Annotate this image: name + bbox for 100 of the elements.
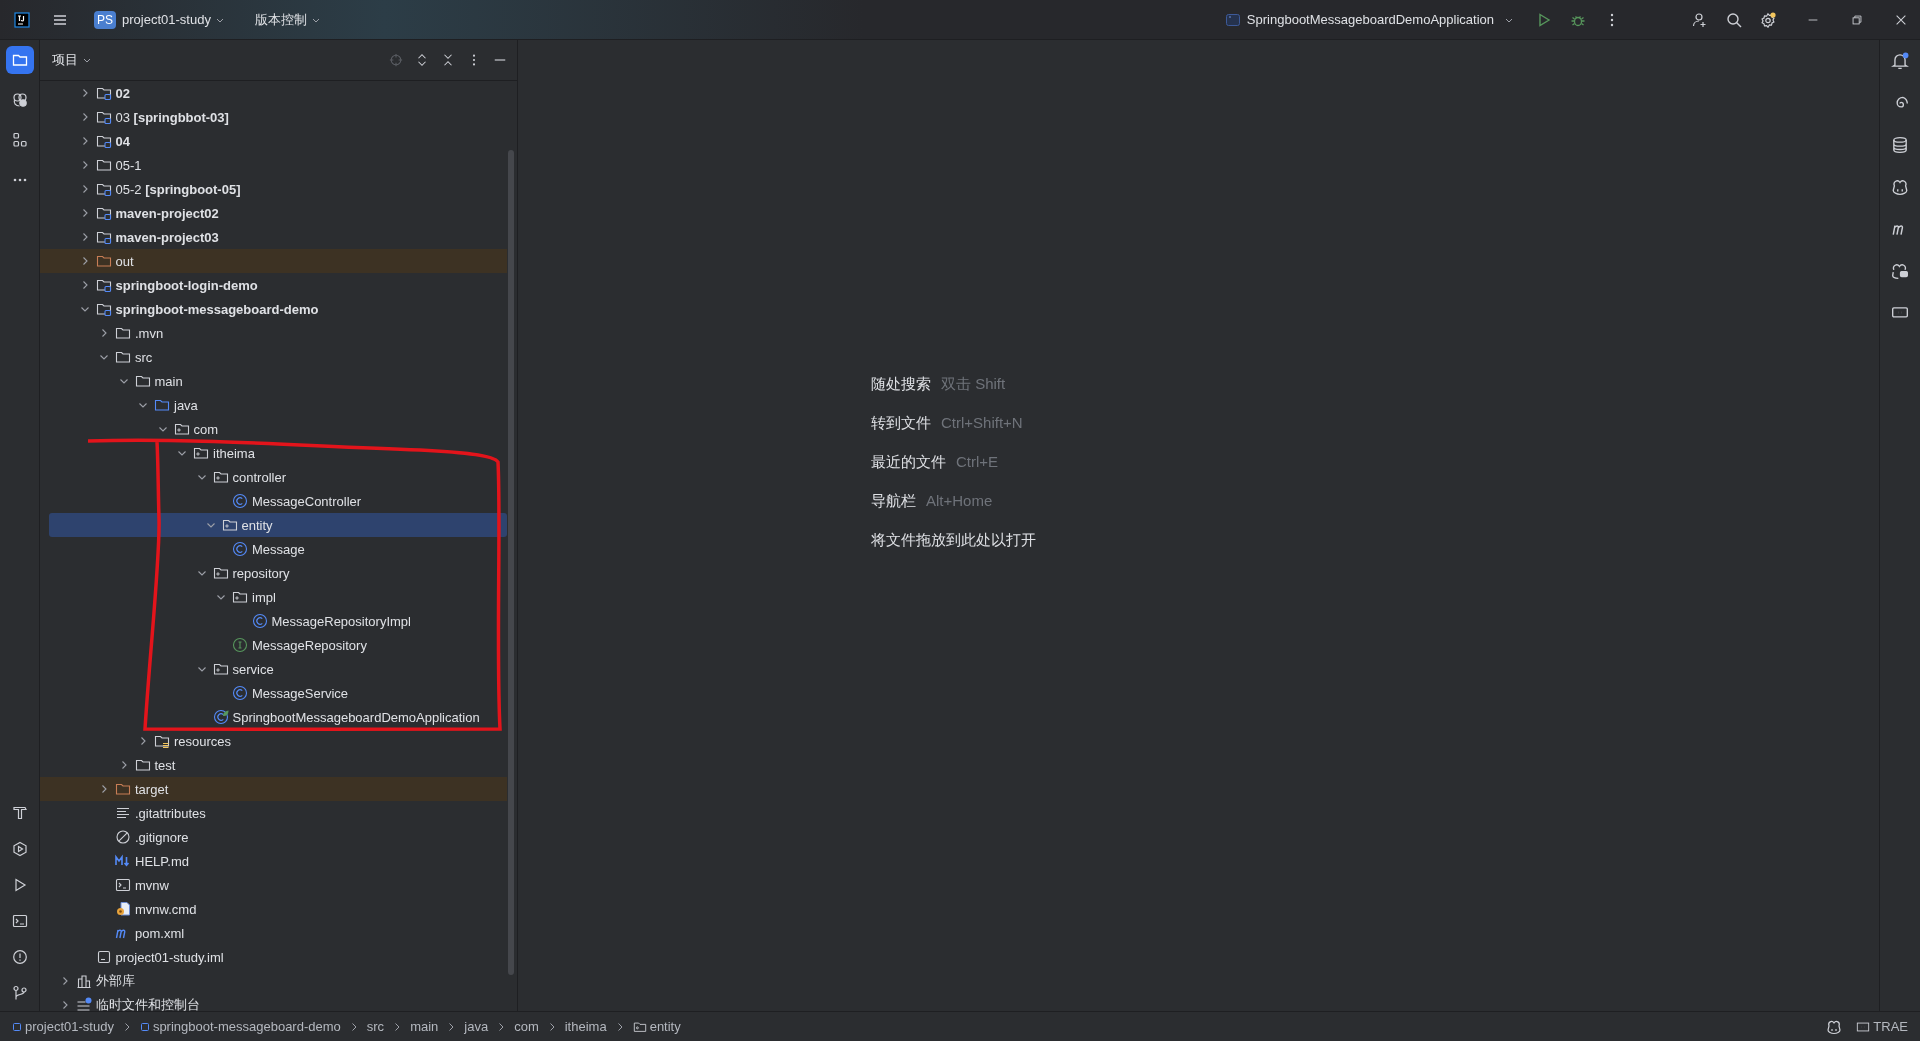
hammer-icon[interactable] — [11, 805, 28, 821]
tree-item[interactable]: .mvn — [40, 321, 507, 345]
module-icon — [12, 1021, 22, 1032]
tree-item[interactable]: entity — [49, 513, 507, 537]
chevron-icon[interactable] — [60, 1000, 70, 1010]
chevron-icon[interactable] — [138, 400, 148, 410]
hint-shortcut: Ctrl+Shift+N — [941, 413, 1023, 433]
class-icon — [232, 685, 248, 701]
tree-item[interactable]: itheima — [40, 441, 507, 465]
tree-item[interactable]: mvnw.cmd — [40, 897, 507, 921]
bell-icon[interactable] — [1891, 52, 1909, 70]
folder-icon — [115, 325, 131, 341]
chevron-icon[interactable] — [157, 424, 168, 434]
app-logo-icon[interactable] — [14, 11, 30, 28]
tree-item[interactable]: 03 [springbbot-03] — [40, 105, 507, 129]
tree-item[interactable]: HELP.md — [40, 849, 507, 873]
copilot-icon[interactable] — [1826, 1018, 1843, 1035]
run-icon[interactable] — [1536, 11, 1552, 28]
tree-item[interactable]: 05-1 — [40, 153, 507, 177]
tree-item[interactable]: maven-project03 — [40, 225, 507, 249]
breadcrumb-item[interactable]: springboot-messageboard-demo — [139, 1019, 341, 1034]
folder-icon — [115, 349, 131, 365]
hint-label: 随处搜索 — [871, 374, 931, 394]
tree-item[interactable]: impl — [40, 585, 507, 609]
tree-item[interactable]: springboot-messageboard-demo — [40, 297, 507, 321]
chevron-icon[interactable] — [138, 736, 148, 746]
tree-item[interactable]: target — [40, 777, 507, 801]
project-view-selector[interactable]: 项目 — [52, 51, 92, 69]
search-icon[interactable] — [1726, 11, 1742, 28]
breadcrumb-item[interactable]: itheima — [564, 1019, 607, 1034]
tree-item[interactable]: .gitattributes — [40, 801, 507, 825]
add-user-icon[interactable] — [1692, 11, 1708, 28]
tree-item[interactable]: Message — [40, 537, 507, 561]
chevron-icon[interactable] — [60, 976, 70, 986]
tree-item[interactable]: 04 — [40, 129, 507, 153]
tree-item[interactable]: controller — [40, 465, 507, 489]
tree-item[interactable]: test — [40, 753, 507, 777]
chevron-icon[interactable] — [177, 448, 187, 458]
chevron-icon[interactable] — [99, 352, 109, 362]
interface-icon — [232, 637, 248, 653]
breadcrumb-item[interactable]: src — [366, 1019, 385, 1034]
collapse-all-icon[interactable] — [441, 53, 455, 67]
tree-item[interactable]: service — [40, 657, 507, 681]
breadcrumb-item[interactable]: entity — [632, 1019, 681, 1034]
breadcrumb-item[interactable]: main — [410, 1019, 439, 1034]
chevron-icon[interactable] — [196, 472, 207, 482]
module-file-icon — [95, 949, 112, 965]
expand-all-icon[interactable] — [415, 53, 429, 67]
tree-item[interactable]: MessageRepositoryImpl — [40, 609, 507, 633]
settings-icon[interactable] — [1760, 11, 1776, 28]
resources-folder-icon — [154, 733, 170, 749]
tree-item[interactable]: MessageController — [40, 489, 507, 513]
module-folder-icon — [95, 181, 112, 197]
vcs-menu[interactable]: 版本控制 — [250, 6, 325, 33]
tree-item[interactable]: src — [40, 345, 507, 369]
project-selector[interactable]: PS project01-study — [90, 6, 229, 33]
tree-item[interactable]: SpringbootMessageboardDemoApplication — [40, 705, 507, 729]
tree-item[interactable]: mvnw — [40, 873, 507, 897]
tree-item[interactable]: out — [40, 249, 507, 273]
breadcrumb-item[interactable]: com — [514, 1019, 539, 1034]
tree-item[interactable]: java — [40, 393, 507, 417]
chevron-icon[interactable] — [216, 592, 226, 602]
services-icon[interactable] — [11, 841, 28, 857]
run-configuration-selector[interactable]: SpringbootMessageboardDemoApplication — [1220, 7, 1518, 32]
chevron-icon[interactable] — [99, 784, 109, 794]
tree-item[interactable]: 05-2 [springboot-05] — [40, 177, 507, 201]
scrollbar[interactable] — [508, 150, 514, 975]
tree-item[interactable]: 02 — [40, 81, 507, 105]
tree-item[interactable]: project01-study.iml — [40, 945, 507, 969]
tree-item[interactable]: springboot-login-demo — [40, 273, 507, 297]
ignore-file-icon — [115, 829, 131, 845]
chevron-icon[interactable] — [196, 664, 207, 674]
problems-icon[interactable] — [11, 949, 28, 965]
chevron-icon[interactable] — [99, 328, 109, 338]
tree-item[interactable]: 临时文件和控制台 — [40, 993, 507, 1011]
tree-item[interactable]: .gitignore — [40, 825, 507, 849]
tree-item[interactable]: MessageService — [40, 681, 507, 705]
tree-item[interactable]: resources — [40, 729, 507, 753]
database-icon[interactable] — [1891, 136, 1909, 154]
plugin-widget[interactable]: TRAE — [1856, 1019, 1908, 1034]
breadcrumb-item[interactable]: java — [464, 1019, 489, 1034]
chevron-icon[interactable] — [205, 520, 216, 530]
chevron-icon[interactable] — [79, 304, 90, 314]
tree-item[interactable]: repository — [40, 561, 507, 585]
chevron-icon[interactable] — [196, 568, 207, 578]
tree-item[interactable]: 外部库 — [40, 969, 507, 993]
copilot-chat-icon[interactable] — [1891, 262, 1909, 280]
chevron-icon[interactable] — [118, 376, 129, 386]
copilot-icon[interactable] — [1891, 178, 1909, 196]
tree-item[interactable]: MessageRepository — [40, 633, 507, 657]
tool-window-button[interactable] — [5, 46, 34, 74]
tree-item[interactable]: maven-project02 — [40, 201, 507, 225]
terminal-icon[interactable] — [11, 913, 28, 929]
tree-item[interactable]: main — [40, 369, 507, 393]
tree-item[interactable]: pom.xml — [40, 921, 507, 945]
git-branch-icon[interactable] — [11, 985, 28, 1001]
restore-icon[interactable] — [1850, 12, 1864, 27]
tree-item[interactable]: com — [40, 417, 507, 441]
breadcrumb-item[interactable]: project01-study — [12, 1019, 114, 1034]
hint-shortcut: Ctrl+E — [956, 452, 999, 472]
